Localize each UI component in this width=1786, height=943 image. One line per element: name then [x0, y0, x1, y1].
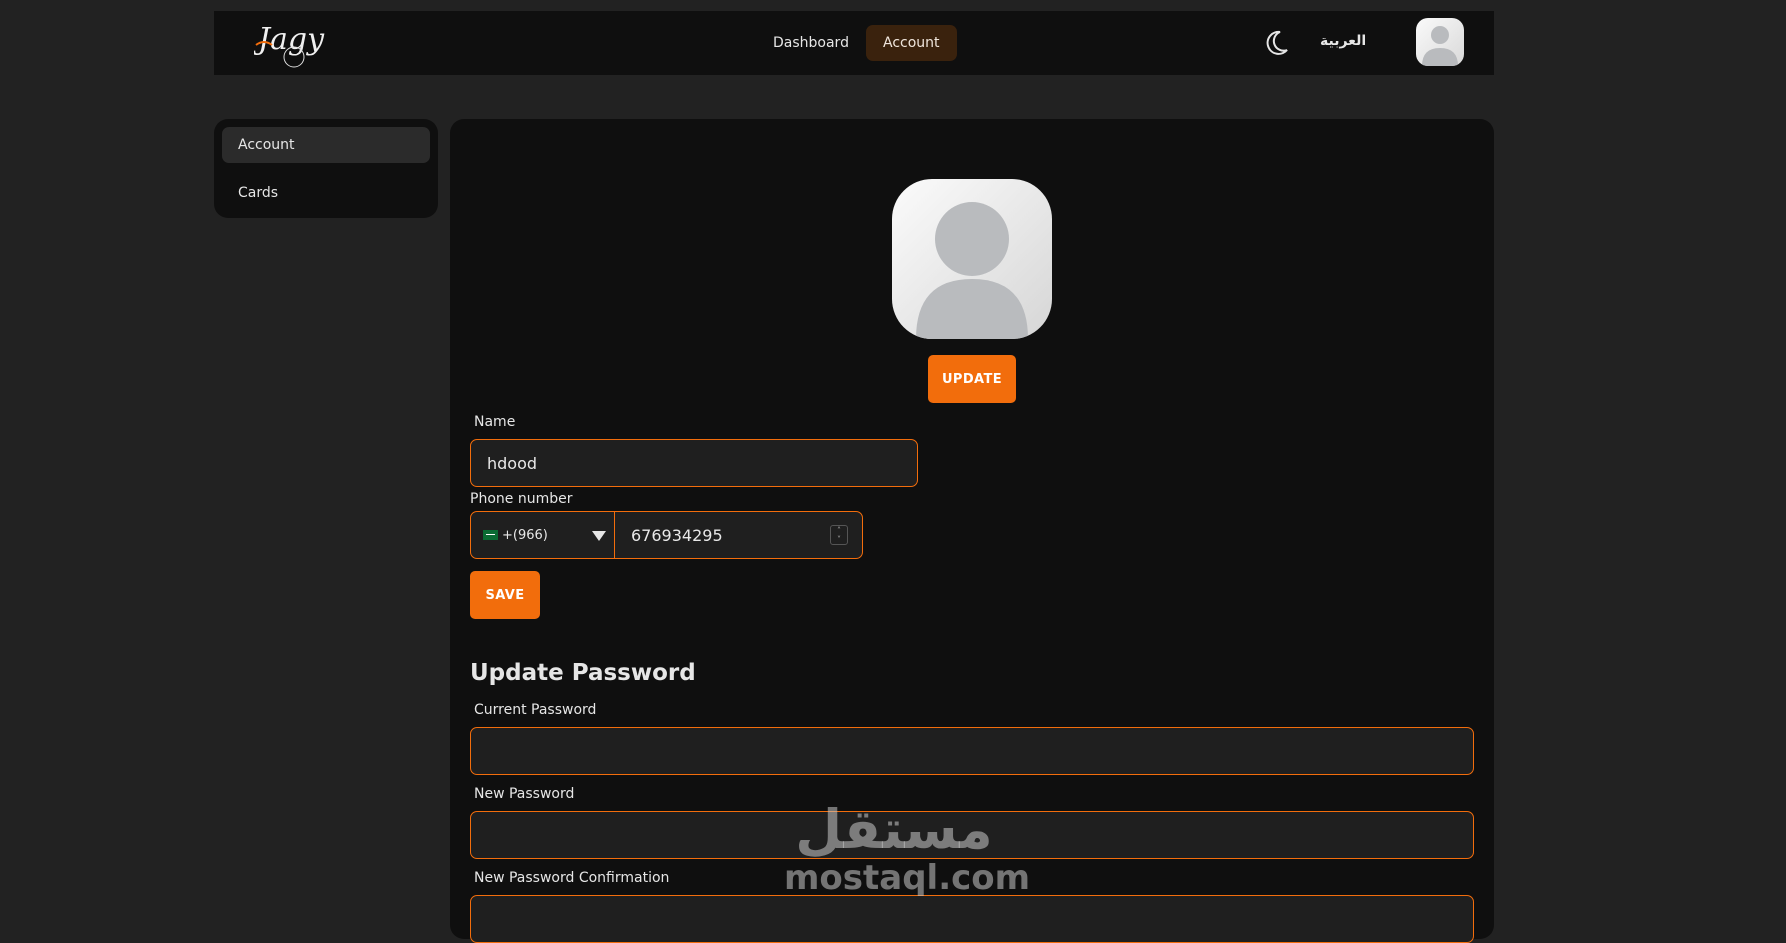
phone-number-field[interactable]: 676934295 ˄ ˅: [615, 512, 862, 558]
name-field[interactable]: hdood: [470, 439, 918, 487]
country-code-select[interactable]: +(966): [471, 512, 615, 558]
current-password-label: Current Password: [474, 702, 597, 718]
saudi-flag-icon: [483, 530, 498, 540]
nav-dashboard[interactable]: Dashboard: [756, 25, 866, 61]
phone-label: Phone number: [470, 491, 573, 507]
language-toggle[interactable]: العربية: [1320, 33, 1366, 49]
confirm-password-label: New Password Confirmation: [474, 870, 670, 886]
phone-number-value: 676934295: [631, 525, 723, 545]
current-password-field[interactable]: [470, 727, 1474, 775]
settings-sidebar: Account Cards: [214, 119, 438, 218]
chevron-down-icon: [592, 531, 606, 541]
account-panel: UPDATE Name hdood Phone number +(966) 67…: [450, 119, 1494, 943]
moon-icon[interactable]: [1264, 28, 1290, 58]
update-avatar-button[interactable]: UPDATE: [928, 355, 1016, 403]
user-avatar[interactable]: [1416, 18, 1464, 66]
sidebar-item-cards[interactable]: Cards: [222, 175, 430, 211]
nav-account[interactable]: Account: [866, 25, 957, 61]
new-password-label: New Password: [474, 786, 575, 802]
brand-logo[interactable]: Jagy: [252, 15, 326, 69]
svg-text:Jagy: Jagy: [254, 22, 325, 57]
profile-avatar: [892, 179, 1052, 339]
country-code-value: +(966): [502, 527, 548, 543]
update-password-title: Update Password: [470, 660, 696, 686]
name-label: Name: [474, 414, 516, 430]
top-navbar: Jagy Dashboard Account العربية: [214, 11, 1494, 75]
confirm-password-field[interactable]: [470, 895, 1474, 943]
new-password-field[interactable]: [470, 811, 1474, 859]
save-button[interactable]: SAVE: [470, 571, 540, 619]
phone-input-group: +(966) 676934295 ˄ ˅: [470, 511, 863, 559]
number-stepper-icon[interactable]: ˄ ˅: [830, 525, 848, 545]
sidebar-item-account[interactable]: Account: [222, 127, 430, 163]
